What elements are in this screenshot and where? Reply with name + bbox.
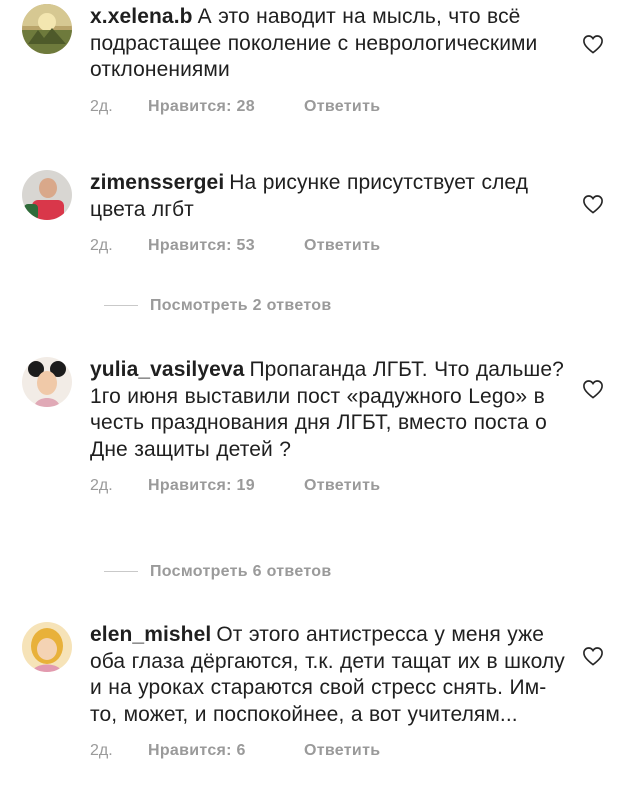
comments-list: x.xelena.b А это наводит на мысль, что вс… <box>0 0 640 800</box>
comment-text-block: yulia_vasilyeva Пропаганда ЛГБТ. Что даль… <box>90 357 570 463</box>
view-replies-divider <box>104 571 138 573</box>
avatar[interactable] <box>22 622 72 672</box>
avatar[interactable] <box>22 170 72 220</box>
comment-time: 2д. <box>90 237 113 254</box>
comment-time: 2д. <box>90 742 113 759</box>
heart-outline-icon[interactable] <box>582 379 604 399</box>
comment-likes[interactable]: Нравится: 19 <box>148 475 304 497</box>
reply-button[interactable]: Ответить <box>304 475 380 497</box>
heart-outline-icon[interactable] <box>582 646 604 666</box>
comment-time: 2д. <box>90 97 113 115</box>
comment-likes[interactable]: Нравится: 53 <box>148 235 304 257</box>
reply-button[interactable]: Ответить <box>304 235 380 257</box>
view-replies-button[interactable]: Посмотреть 2 ответов <box>104 297 331 317</box>
reply-button[interactable]: Ответить <box>304 740 380 762</box>
comment-likes[interactable]: Нравится: 6 <box>148 740 304 762</box>
view-replies-label: Посмотреть 6 ответов <box>150 563 332 580</box>
view-replies-button[interactable]: Посмотреть 6 ответов <box>104 563 331 583</box>
comment-username[interactable]: zimenssergei <box>90 171 224 194</box>
comment-body: x.xelena.b А это наводит на мысль, что вс… <box>90 4 570 118</box>
comment-meta: 2д. Нравится: 53 Ответить <box>90 235 570 257</box>
reply-button[interactable]: Ответить <box>304 96 380 118</box>
view-replies-divider <box>104 305 138 307</box>
avatar[interactable] <box>22 357 72 407</box>
comment-body: yulia_vasilyeva Пропаганда ЛГБТ. Что даль… <box>90 357 570 497</box>
heart-outline-icon[interactable] <box>582 34 604 54</box>
avatar[interactable] <box>22 4 72 54</box>
comment-username[interactable]: x.xelena.b <box>90 5 193 28</box>
comment-body: elen_mishel От этого антистресса у меня у… <box>90 622 570 762</box>
comment-time: 2д. <box>90 477 113 494</box>
comment-text-block: zimenssergei На рисунке присутствует след… <box>90 170 570 223</box>
comment-likes[interactable]: Нравится: 28 <box>148 96 304 118</box>
comment-text-block: elen_mishel От этого антистресса у меня у… <box>90 622 570 728</box>
comment-meta: 2д. Нравится: 28 Ответить <box>90 96 570 118</box>
view-replies-label: Посмотреть 2 ответов <box>150 297 332 314</box>
comment-username[interactable]: elen_mishel <box>90 623 211 646</box>
comment-body: zimenssergei На рисунке присутствует след… <box>90 170 570 257</box>
comment-meta: 2д. Нравится: 19 Ответить <box>90 475 570 497</box>
comment-meta: 2д. Нравится: 6 Ответить <box>90 740 570 762</box>
comment-text-block: x.xelena.b А это наводит на мысль, что вс… <box>90 4 570 84</box>
heart-outline-icon[interactable] <box>582 194 604 214</box>
comment-username[interactable]: yulia_vasilyeva <box>90 358 244 381</box>
